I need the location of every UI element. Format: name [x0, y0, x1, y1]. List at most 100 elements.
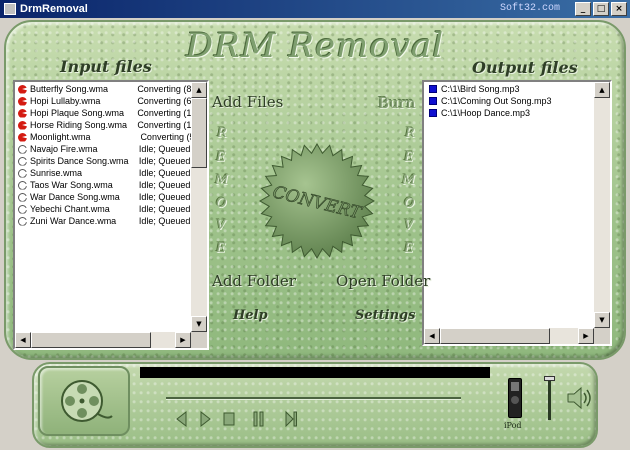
scroll-left-icon[interactable]: ◀: [424, 328, 440, 344]
film-reel-icon: [61, 380, 113, 422]
remove-letter: E: [404, 150, 414, 165]
remove-letter: R: [217, 126, 227, 141]
file-status: Idle; Queued f: [138, 180, 191, 190]
list-item[interactable]: Hopi Lullaby.wma Converting (64: [16, 95, 191, 107]
file-status: Converting (64: [137, 96, 191, 106]
file-status: Converting (5: [140, 132, 191, 142]
burn-button[interactable]: Burn: [378, 94, 416, 112]
input-list-horizontal-scrollbar[interactable]: ◀ ▶: [15, 332, 191, 348]
list-item[interactable]: Yebechi Chant.wma Idle; Queued f: [16, 203, 191, 215]
speaker-icon[interactable]: [564, 383, 594, 413]
minimize-button[interactable]: _: [575, 2, 591, 16]
add-folder-button[interactable]: Add Folder: [212, 272, 296, 290]
remove-letter: V: [404, 218, 414, 233]
file-name: Zuni War Dance.wma: [30, 216, 117, 226]
scroll-left-icon[interactable]: ◀: [15, 332, 31, 348]
output-files-rows: C:\1\Bird Song.mp3 C:\1\Coming Out Song.m…: [425, 83, 594, 328]
file-status: Idle; Queued f: [138, 168, 191, 178]
file-name: C:\1\Bird Song.mp3: [441, 84, 520, 94]
converting-status-icon: [18, 132, 27, 142]
list-item[interactable]: Zuni War Dance.wma Idle; Queued f: [16, 215, 191, 227]
app-title: DRM Removal: [185, 26, 445, 66]
scroll-down-icon[interactable]: ▼: [191, 316, 207, 332]
list-item[interactable]: C:\1\Bird Song.mp3: [425, 83, 594, 95]
scroll-thumb[interactable]: [191, 98, 207, 168]
list-item[interactable]: C:\1\Coming Out Song.mp3: [425, 95, 594, 107]
scroll-right-icon[interactable]: ▶: [578, 328, 594, 344]
file-name: C:\1\Hoop Dance.mp3: [441, 108, 531, 118]
scroll-thumb[interactable]: [440, 328, 550, 344]
close-button[interactable]: ×: [611, 2, 627, 16]
list-item[interactable]: Horse Riding Song.wma Converting (13: [16, 119, 191, 131]
list-item[interactable]: Navajo Fire.wma Idle; Queued f: [16, 143, 191, 155]
input-list-vertical-scrollbar[interactable]: ▲ ▼: [191, 82, 207, 332]
list-item[interactable]: C:\1\Hoop Dance.mp3: [425, 107, 594, 119]
convert-button[interactable]: CONVERT: [258, 142, 376, 260]
queued-status-icon: [18, 204, 27, 214]
file-name: War Dance Song.wma: [30, 192, 120, 202]
scroll-up-icon[interactable]: ▲: [594, 82, 610, 98]
scroll-down-icon[interactable]: ▼: [594, 312, 610, 328]
queued-status-icon: [18, 216, 27, 226]
file-status: Idle; Queued f: [138, 204, 191, 214]
converting-status-icon: [18, 108, 27, 118]
input-files-list[interactable]: Butterfly Song.wma Converting (83 Hopi Lul…: [13, 80, 209, 350]
file-name: Yebechi Chant.wma: [30, 204, 110, 214]
next-icon[interactable]: [284, 410, 298, 428]
output-list-horizontal-scrollbar[interactable]: ◀ ▶: [424, 328, 594, 344]
help-button[interactable]: Help: [233, 308, 268, 323]
remove-letter: E: [404, 241, 414, 256]
settings-button[interactable]: Settings: [355, 308, 415, 323]
scrollbar-corner: [594, 328, 610, 344]
file-status: Idle; Queued f: [138, 144, 191, 154]
ipod-icon[interactable]: [508, 378, 522, 418]
previous-icon[interactable]: [174, 410, 188, 428]
list-item[interactable]: Moonlight.wma Converting (5: [16, 131, 191, 143]
open-folder-button[interactable]: Open Folder: [336, 272, 430, 290]
queued-status-icon: [18, 180, 27, 190]
convert-seal-icon: CONVERT: [259, 143, 375, 259]
file-status: Idle; Queued f: [138, 216, 191, 226]
file-name: C:\1\Coming Out Song.mp3: [441, 96, 552, 106]
scroll-thumb[interactable]: [31, 332, 151, 348]
queued-status-icon: [18, 156, 27, 166]
list-item[interactable]: Spirits Dance Song.wma Idle; Queued f: [16, 155, 191, 167]
play-icon[interactable]: [198, 410, 212, 428]
file-name: Moonlight.wma: [30, 132, 91, 142]
file-name: Horse Riding Song.wma: [30, 120, 128, 130]
maximize-button[interactable]: □: [593, 2, 609, 16]
file-status: Idle; Queued f: [138, 192, 191, 202]
list-item[interactable]: Taos War Song.wma Idle; Queued f: [16, 179, 191, 191]
input-files-heading: Input files: [60, 57, 152, 76]
film-reel-button[interactable]: [38, 366, 130, 436]
scroll-right-icon[interactable]: ▶: [175, 332, 191, 348]
list-item[interactable]: Hopi Plaque Song.wma Converting (16: [16, 107, 191, 119]
pause-icon[interactable]: [252, 410, 266, 428]
file-name: Hopi Lullaby.wma: [30, 96, 101, 106]
remove-letter: M: [215, 173, 229, 188]
seek-slider[interactable]: [166, 397, 461, 399]
queued-status-icon: [18, 144, 27, 154]
output-files-list[interactable]: C:\1\Bird Song.mp3 C:\1\Coming Out Song.m…: [422, 80, 612, 346]
queued-status-icon: [18, 168, 27, 178]
file-name: Navajo Fire.wma: [30, 144, 98, 154]
file-status: Converting (13: [137, 120, 191, 130]
list-item[interactable]: Butterfly Song.wma Converting (83: [16, 83, 191, 95]
volume-knob[interactable]: [544, 376, 555, 381]
playback-display: [140, 367, 490, 378]
audio-file-icon: [429, 85, 437, 93]
list-item[interactable]: War Dance Song.wma Idle; Queued f: [16, 191, 191, 203]
scrollbar-corner: [191, 332, 207, 348]
ipod-label: iPod: [504, 421, 522, 430]
output-list-vertical-scrollbar[interactable]: ▲ ▼: [594, 82, 610, 328]
list-item[interactable]: Sunrise.wma Idle; Queued f: [16, 167, 191, 179]
input-files-rows: Butterfly Song.wma Converting (83 Hopi Lul…: [16, 83, 191, 332]
converting-status-icon: [18, 84, 27, 94]
add-files-button[interactable]: Add Files: [212, 93, 283, 111]
remove-letter: R: [405, 126, 415, 141]
stop-icon[interactable]: [222, 410, 236, 428]
file-name: Taos War Song.wma: [30, 180, 113, 190]
volume-slider[interactable]: [548, 376, 551, 420]
scroll-up-icon[interactable]: ▲: [191, 82, 207, 98]
app-icon: [4, 3, 16, 15]
